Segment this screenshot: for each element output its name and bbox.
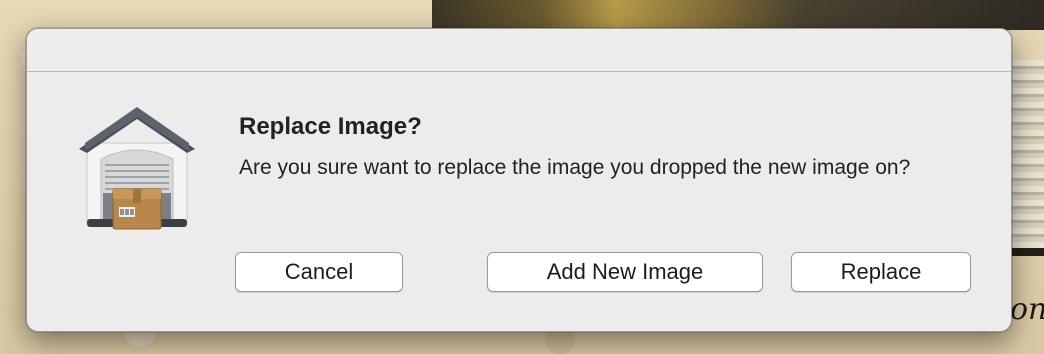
background-edge-text: on — [1010, 292, 1044, 327]
cancel-button[interactable]: Cancel — [235, 252, 403, 292]
dialog-message: Are you sure want to replace the image y… — [239, 156, 911, 179]
replace-button[interactable]: Replace — [791, 252, 971, 292]
replace-image-dialog: Replace Image? Are you sure want to repl… — [26, 28, 1012, 332]
garage-box-app-icon — [75, 103, 199, 231]
background-photo-strip — [432, 0, 1044, 30]
dialog-title: Replace Image? — [239, 113, 422, 140]
background-photo-edge — [1008, 60, 1044, 256]
add-new-image-button[interactable]: Add New Image — [487, 252, 763, 292]
dialog-titlebar — [27, 29, 1011, 72]
